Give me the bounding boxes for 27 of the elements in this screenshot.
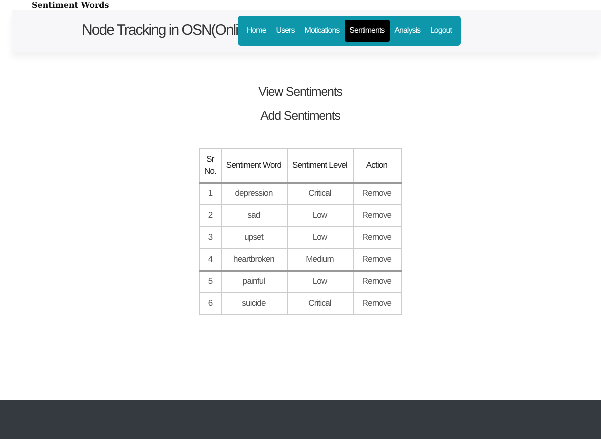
table-cell: 3 (208, 232, 213, 242)
table-cell: 4 (208, 254, 213, 264)
table-cell: suicide (242, 298, 266, 308)
table-cell: sad (248, 210, 260, 220)
nav-link[interactable]: Sentiments (344, 20, 390, 42)
table-cell: painful (242, 276, 266, 286)
table-cell: Low (312, 232, 328, 242)
site-title: Node Tracking in OSN(Onli (82, 20, 238, 41)
table-cell: 2 (208, 210, 213, 220)
column-header: Sr No. (200, 148, 222, 182)
sentiments-link[interactable]: Add Sentiments (260, 106, 340, 127)
table-cell: heartbroken (234, 254, 274, 264)
table-cell: depression (235, 188, 273, 198)
table-cell: upset (244, 232, 264, 242)
table-cell: 5 (208, 276, 213, 286)
table-cell: Low (312, 210, 328, 220)
table-cell: 1 (208, 188, 213, 198)
table-cell: Medium (306, 254, 334, 264)
page-heading: Sentiment Words (32, 0, 110, 10)
table-cell: Critical (308, 188, 332, 198)
table-cell: Low (312, 276, 328, 286)
column-header: Sentiment Level (287, 148, 354, 182)
sentiments-link[interactable]: View Sentiments (258, 82, 342, 103)
table-cell: Critical (308, 298, 332, 308)
table-cell: 6 (208, 298, 213, 308)
column-header: Action (353, 148, 402, 182)
column-header: Sentiment Word (221, 148, 288, 182)
